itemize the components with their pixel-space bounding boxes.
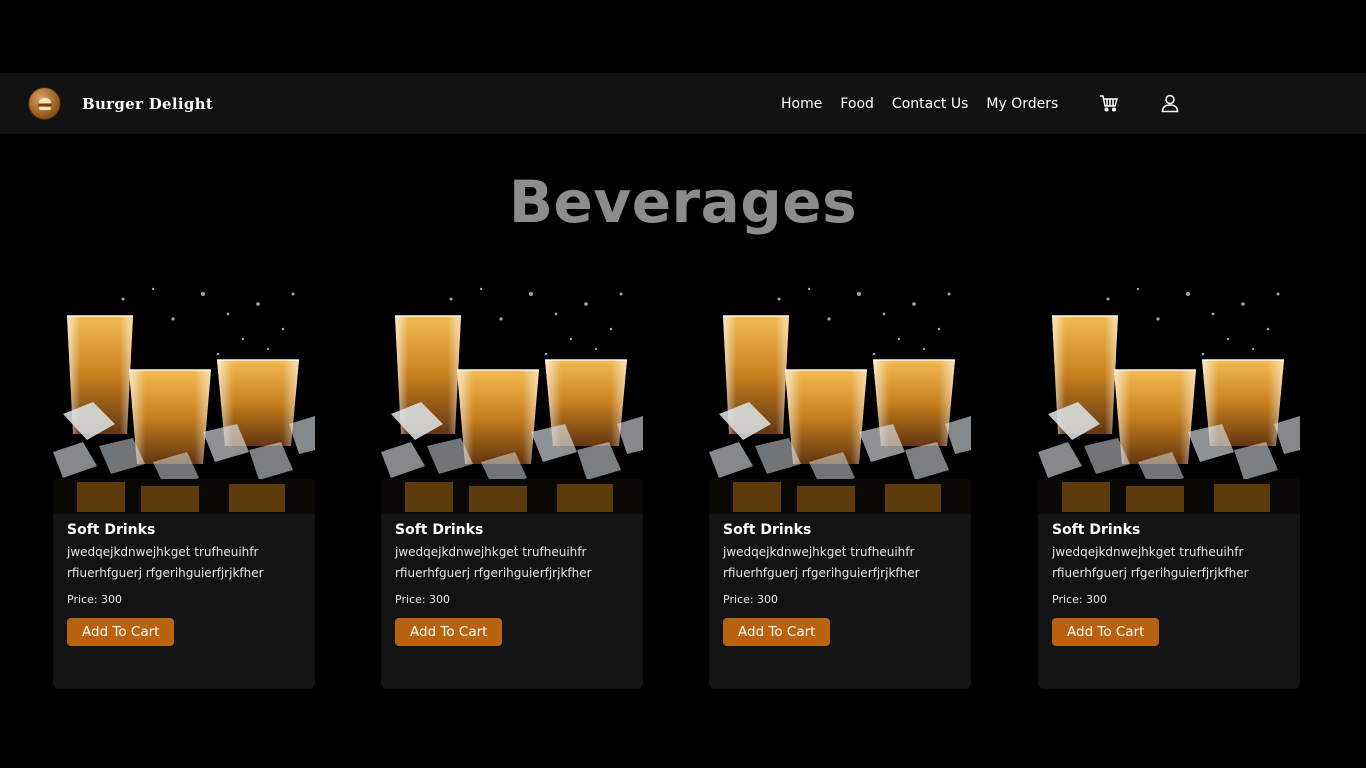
product-description: jwedqejkdnwejhkget trufheuihfr rfiuerhfg… xyxy=(395,545,592,580)
product-price: Price: 300 xyxy=(723,593,779,606)
product-image xyxy=(381,274,643,514)
product-description: jwedqejkdnwejhkget trufheuihfr rfiuerhfg… xyxy=(1052,545,1249,580)
product-image xyxy=(53,274,315,514)
product-price: Price: 300 xyxy=(395,593,451,606)
page-title: Beverages xyxy=(508,168,858,236)
product-card: Soft Drinks jwedqejkdnwejhkget trufheuih… xyxy=(1038,274,1300,689)
brand-name: Burger Delight xyxy=(82,94,214,113)
brand-link[interactable]: Burger Delight xyxy=(29,88,213,119)
main-nav: Home Food Contact Us My Orders xyxy=(781,73,1076,134)
add-to-cart-button[interactable]: Add To Cart xyxy=(723,618,831,646)
product-price: Price: 300 xyxy=(1052,593,1108,606)
user-icon[interactable] xyxy=(1160,93,1180,113)
burger-icon xyxy=(29,88,60,119)
product-name: Soft Drinks xyxy=(1052,522,1141,538)
product-description: jwedqejkdnwejhkget trufheuihfr rfiuerhfg… xyxy=(723,545,920,580)
product-price: Price: 300 xyxy=(67,593,123,606)
nav-food[interactable]: Food xyxy=(840,96,874,112)
nav-contact-us[interactable]: Contact Us xyxy=(892,96,968,112)
product-image xyxy=(709,274,971,514)
product-image xyxy=(1038,274,1300,514)
product-card: Soft Drinks jwedqejkdnwejhkget trufheuih… xyxy=(53,274,315,689)
nav-my-orders[interactable]: My Orders xyxy=(986,96,1058,112)
navbar: Burger Delight Home Food Contact Us My O… xyxy=(0,73,1366,134)
product-name: Soft Drinks xyxy=(723,522,812,538)
add-to-cart-button[interactable]: Add To Cart xyxy=(395,618,503,646)
cart-icon[interactable] xyxy=(1099,93,1119,113)
add-to-cart-button[interactable]: Add To Cart xyxy=(1052,618,1160,646)
product-card: Soft Drinks jwedqejkdnwejhkget trufheuih… xyxy=(381,274,643,689)
nav-home[interactable]: Home xyxy=(781,96,822,112)
add-to-cart-button[interactable]: Add To Cart xyxy=(67,618,175,646)
product-description: jwedqejkdnwejhkget trufheuihfr rfiuerhfg… xyxy=(67,545,264,580)
product-name: Soft Drinks xyxy=(67,522,156,538)
product-name: Soft Drinks xyxy=(395,522,484,538)
product-card: Soft Drinks jwedqejkdnwejhkget trufheuih… xyxy=(709,274,971,689)
